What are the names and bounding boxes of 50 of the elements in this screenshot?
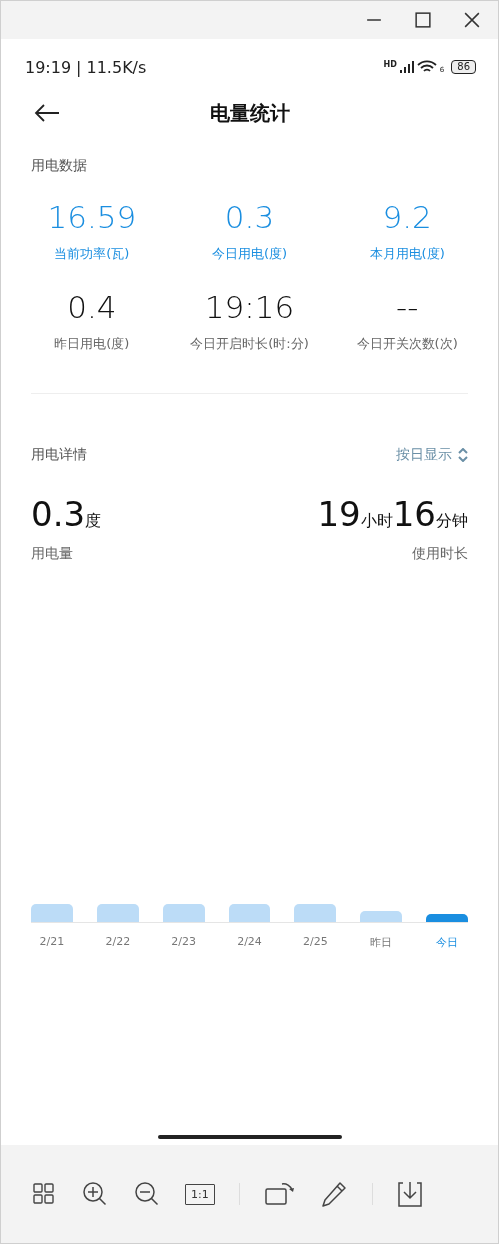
day-label[interactable]: 2/23 [162,935,205,950]
rotate-icon[interactable] [263,1181,296,1207]
energy-label: 用电量 [31,545,74,563]
stat-value: -- [395,288,419,327]
stat-label: 今日用电(度) [211,245,288,263]
status-time: 19:19 [25,57,72,77]
stat-value: 0.3 [224,198,275,237]
signal-type-label: HD [383,60,397,69]
duration-label: 使用时长 [412,545,468,563]
day-label[interactable]: 昨日 [360,935,403,950]
page-title: 电量统计 [209,99,290,127]
day-label[interactable]: 2/21 [31,935,73,950]
day-label[interactable]: 2/22 [96,935,139,950]
minutes-value: 16 [392,494,436,534]
chart-bar[interactable] [426,914,468,922]
stat-label: 本月用电(度) [369,245,445,263]
maximize-icon[interactable] [415,12,431,28]
pencil-icon[interactable] [319,1180,348,1208]
stat-label: 今日开启时长(时:分) [190,335,309,353]
signal-icon [399,61,414,73]
save-icon[interactable] [396,1180,423,1208]
battery-level: 86 [451,60,476,74]
zoom-out-icon[interactable] [133,1181,161,1207]
energy-value: 0.3 [31,494,86,534]
back-arrow-icon[interactable] [34,104,60,122]
hours-unit: 小时 [360,511,393,532]
minutes-unit: 分钟 [436,511,468,532]
energy-unit: 度 [85,511,102,532]
close-icon[interactable] [464,12,480,28]
stat-label: 当前功率(瓦) [54,245,130,263]
network-speed: 11.5K/s [86,57,147,77]
up-down-chevron-icon [458,448,468,462]
wifi-icon [416,60,437,74]
day-label[interactable]: 2/25 [294,935,337,950]
stat-label: 今日开关次数(次) [356,335,458,353]
actual-size-button[interactable]: 1:1 [185,1183,215,1205]
stat-value: 19:16 [204,288,295,327]
day-label[interactable]: 2/24 [228,935,271,950]
grid-icon[interactable] [31,1182,57,1206]
section-title: 用电详情 [31,446,87,464]
section-title: 用电数据 [30,156,88,175]
zoom-in-icon[interactable] [81,1181,109,1207]
hours-value: 19 [317,494,361,534]
display-mode-dropdown[interactable]: 按日显示 [396,446,468,464]
stat-value: 9.2 [382,198,432,237]
stat-label: 昨日用电(度) [54,335,130,353]
day-label[interactable]: 今日 [426,935,468,950]
stat-value: 0.4 [67,288,117,327]
status-separator: | [76,57,82,77]
stat-value: 16.59 [47,198,137,237]
